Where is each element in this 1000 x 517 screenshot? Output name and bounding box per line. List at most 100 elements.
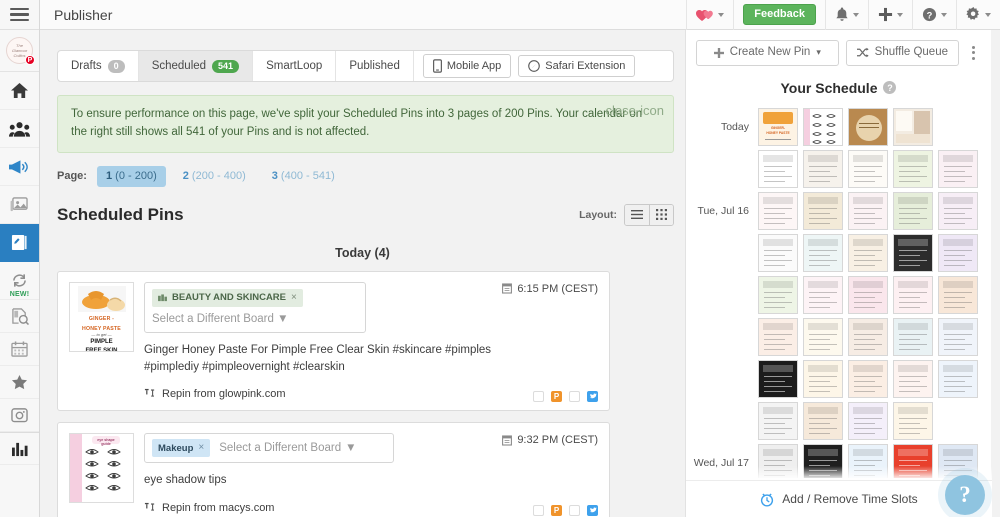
schedule-cell[interactable] — [848, 191, 888, 230]
schedule-cell[interactable] — [803, 191, 843, 230]
create-new-pin-button[interactable]: Create New Pin ▾ — [696, 40, 839, 66]
sidebar-item-favorites[interactable] — [0, 366, 39, 399]
schedule-cell[interactable] — [803, 359, 843, 398]
schedule-cell[interactable] — [938, 191, 978, 230]
sidebar-item-pins[interactable] — [0, 186, 39, 224]
schedule-cell[interactable] — [848, 401, 888, 440]
more-options-icon[interactable] — [966, 45, 981, 60]
list-view-button[interactable] — [625, 204, 649, 225]
schedule-cell[interactable] — [758, 317, 798, 356]
schedule-cell[interactable]: GINGER- HONEY PASTE — [758, 107, 798, 146]
social-toggle-facebook[interactable] — [533, 504, 544, 516]
sidebar-item-instagram[interactable] — [0, 399, 39, 432]
tab-smartloop[interactable]: SmartLoop — [253, 51, 337, 81]
help-button[interactable]: ? — [912, 0, 956, 30]
pin-description[interactable]: eye shadow tips — [144, 472, 544, 489]
schedule-cell[interactable] — [758, 233, 798, 272]
schedule-row — [692, 274, 991, 316]
social-toggle-linkedin[interactable] — [569, 504, 580, 516]
schedule-cell[interactable] — [803, 275, 843, 314]
add-button[interactable] — [868, 0, 912, 30]
schedule-cell[interactable] — [848, 233, 888, 272]
social-toggle-facebook[interactable] — [533, 391, 544, 403]
schedule-cell[interactable] — [803, 401, 843, 440]
help-fab-button[interactable]: ? — [945, 475, 985, 515]
schedule-cell[interactable] — [803, 317, 843, 356]
sidebar-item-promote[interactable] — [0, 148, 39, 186]
schedule-cell[interactable] — [848, 149, 888, 188]
schedule-cell[interactable] — [938, 359, 978, 398]
schedule-cell[interactable] — [893, 401, 933, 440]
pin-card[interactable]: GINGER - HONEY PASTE — to get — PIMPLE FRE… — [57, 270, 610, 412]
schedule-cell[interactable] — [848, 275, 888, 314]
page-2-range: (200 - 400) — [191, 169, 246, 182]
board-selector[interactable]: Makeup × Select a Different Board ▼ — [144, 433, 394, 464]
schedule-cell[interactable] — [803, 149, 843, 188]
schedule-cell[interactable] — [893, 149, 933, 188]
sidebar-item-publisher[interactable] — [0, 224, 39, 262]
remove-board-tag-icon[interactable]: × — [291, 292, 297, 303]
sidebar-item-home[interactable] — [0, 72, 39, 110]
schedule-cell[interactable] — [893, 191, 933, 230]
tab-scheduled[interactable]: Scheduled 541 — [138, 51, 254, 81]
safari-extension-button[interactable]: Safari Extension — [518, 55, 636, 77]
schedule-cell[interactable] — [758, 359, 798, 398]
page-button-1[interactable]: 1 (0 - 200) — [96, 165, 166, 187]
schedule-cell[interactable] — [848, 317, 888, 356]
sidebar-item-communities[interactable] — [0, 110, 39, 148]
hamburger-menu-button[interactable] — [0, 0, 39, 30]
select-different-board[interactable]: Select a Different Board ▼ — [152, 313, 358, 325]
tab-published[interactable]: Published — [336, 51, 414, 81]
tab-drafts-label: Drafts — [71, 60, 102, 72]
social-toggle-twitter[interactable] — [587, 391, 598, 403]
select-different-board[interactable]: Select a Different Board ▼ — [219, 442, 356, 454]
social-toggle-linkedin[interactable] — [569, 391, 580, 403]
feedback-cell[interactable]: Feedback — [733, 0, 825, 30]
tab-drafts[interactable]: Drafts 0 — [58, 51, 139, 81]
sidebar-item-calendar[interactable] — [0, 333, 39, 366]
shuffle-queue-button[interactable]: Shuffle Queue — [845, 40, 959, 66]
schedule-cell[interactable] — [758, 149, 798, 188]
page-button-3[interactable]: 3 (400 - 541) — [263, 166, 344, 187]
schedule-cell[interactable] — [938, 233, 978, 272]
schedule-cell[interactable] — [758, 401, 798, 440]
schedule-cell[interactable] — [803, 107, 843, 146]
pin-thumbnail[interactable]: eye shape guide — [69, 433, 134, 504]
social-toggle-tumblr[interactable]: P — [551, 391, 562, 403]
schedule-cell[interactable] — [893, 233, 933, 272]
avatar[interactable]: The Glamour Collins P — [0, 30, 39, 72]
board-tag[interactable]: BEAUTY AND SKINCARE × — [152, 288, 303, 307]
schedule-cell[interactable] — [893, 107, 933, 146]
notifications-button[interactable] — [825, 0, 868, 30]
schedule-cell[interactable] — [893, 359, 933, 398]
mobile-app-button[interactable]: Mobile App — [422, 54, 512, 78]
sidebar-item-smartloop[interactable]: NEW! — [0, 262, 39, 300]
settings-button[interactable] — [956, 0, 1000, 30]
schedule-cell[interactable] — [758, 191, 798, 230]
social-toggle-tumblr[interactable]: P — [551, 504, 562, 516]
page-button-2[interactable]: 2 (200 - 400) — [174, 166, 255, 187]
feedback-button[interactable]: Feedback — [743, 4, 816, 25]
board-tag[interactable]: Makeup × — [152, 439, 211, 458]
schedule-cell[interactable] — [938, 317, 978, 356]
board-selector[interactable]: BEAUTY AND SKINCARE × Select a Different… — [144, 281, 366, 333]
schedule-cell[interactable] — [938, 275, 978, 314]
schedule-cell[interactable] — [938, 149, 978, 188]
schedule-cell[interactable] — [893, 275, 933, 314]
pin-thumbnail[interactable]: GINGER - HONEY PASTE — to get — PIMPLE FRE… — [69, 281, 134, 352]
hearts-button[interactable] — [686, 0, 733, 30]
remove-board-tag-icon[interactable]: × — [198, 443, 204, 453]
schedule-cell[interactable] — [758, 275, 798, 314]
grid-view-button[interactable] — [649, 204, 673, 225]
help-circle-icon[interactable]: ? — [883, 81, 897, 94]
schedule-cell[interactable] — [893, 317, 933, 356]
close-icon[interactable]: close-icon — [605, 104, 664, 117]
schedule-cell[interactable] — [848, 107, 888, 146]
pin-card[interactable]: eye shape guide 9:32 PM (CEST) Makeup × … — [57, 422, 610, 517]
sidebar-item-insights[interactable] — [0, 300, 39, 333]
social-toggle-twitter[interactable] — [587, 504, 598, 516]
schedule-cell[interactable] — [803, 233, 843, 272]
schedule-cell[interactable] — [848, 359, 888, 398]
sidebar-item-analytics[interactable] — [0, 432, 39, 465]
pin-description[interactable]: Ginger Honey Paste For Pimple Free Clear… — [144, 342, 544, 377]
